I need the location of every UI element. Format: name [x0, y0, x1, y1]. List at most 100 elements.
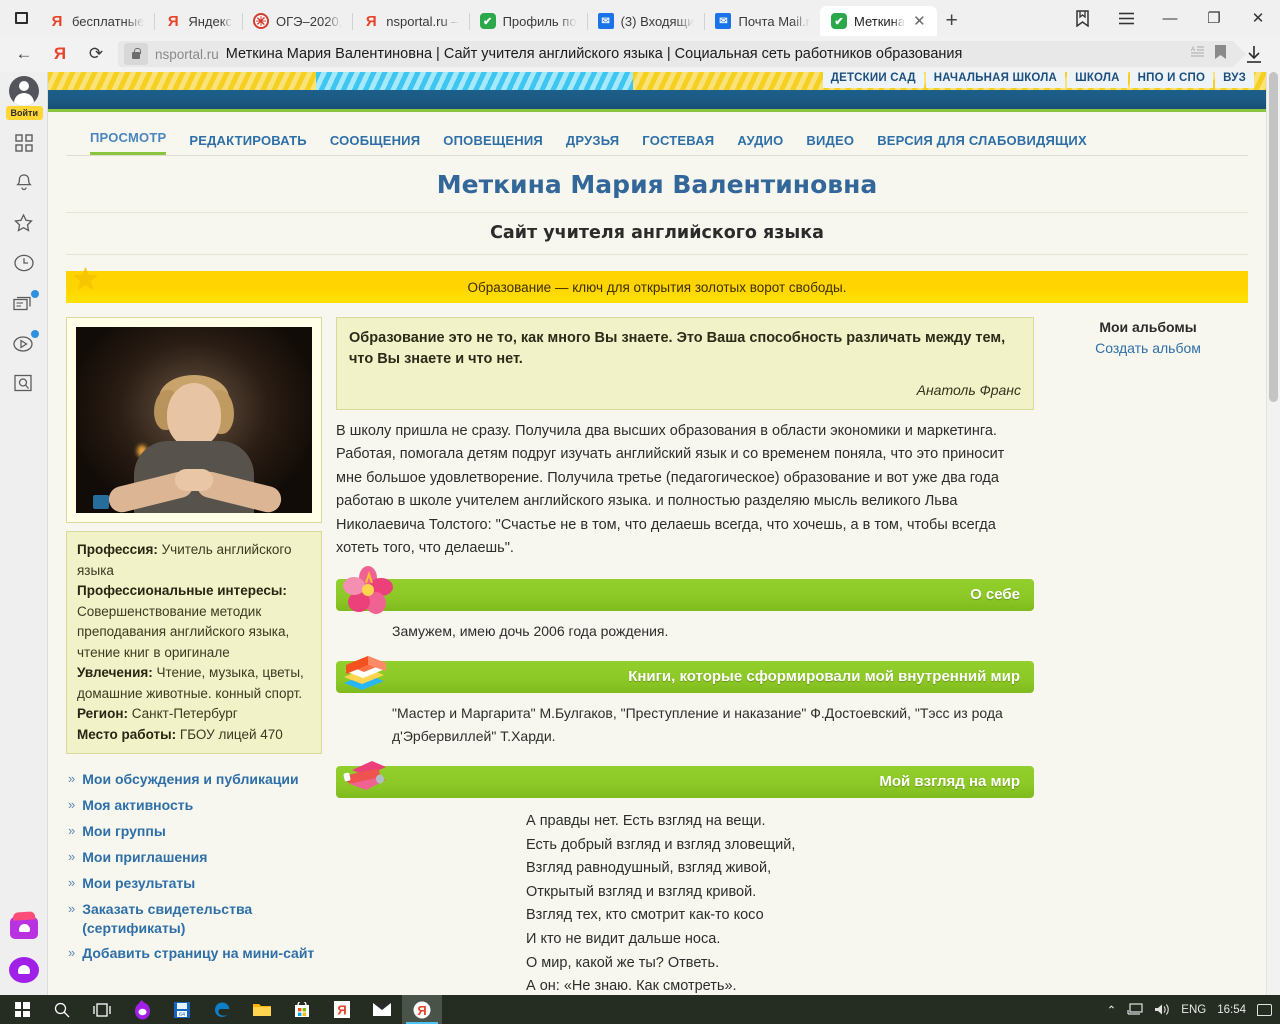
hamburger-menu-icon[interactable] — [1104, 0, 1148, 36]
video-play-icon[interactable] — [4, 324, 44, 362]
restore-button[interactable]: ❐ — [1192, 0, 1236, 36]
browser-tab[interactable]: Я бесплатные — [38, 6, 154, 36]
link-my-groups[interactable]: Мои группы — [82, 822, 166, 841]
tab-prosmotr[interactable]: ПРОСМОТР — [90, 130, 167, 155]
browser-tab[interactable]: Я nsportal.ru – — [352, 6, 468, 36]
start-button[interactable] — [2, 995, 42, 1024]
browser-tab[interactable]: ✉ Почта Mail.r — [704, 6, 820, 36]
reload-button[interactable]: ⟳ — [78, 39, 114, 69]
save-disk-icon[interactable]: 64 — [162, 995, 202, 1024]
top-menu-item[interactable]: НПО И СПО — [1129, 72, 1214, 88]
tab-title: Профиль по — [502, 13, 577, 29]
link-my-invitations[interactable]: Мои приглашения — [82, 848, 207, 867]
browser-tab[interactable]: ✔ Профиль по — [468, 6, 587, 36]
task-view-icon[interactable] — [82, 995, 122, 1024]
top-menu-item[interactable]: НАЧАЛЬНАЯ ШКОЛА — [925, 72, 1066, 88]
login-button[interactable]: Войти — [5, 106, 43, 120]
notification-icon[interactable] — [1257, 1003, 1272, 1016]
back-button[interactable]: ← — [6, 39, 42, 69]
poem-line: Взгляд равнодушный, взгляд живой, — [526, 860, 772, 877]
yandex-icon: Я — [365, 12, 377, 30]
close-icon[interactable]: ✕ — [912, 14, 927, 29]
edge-icon[interactable] — [202, 995, 242, 1024]
link-my-activity[interactable]: Моя активность — [82, 796, 193, 815]
tab-gostevaya[interactable]: ГОСТЕВАЯ — [642, 133, 714, 155]
quote-text: Образование это не то, как много Вы знае… — [349, 330, 1006, 368]
browser-window: Я бесплатные Я Яндекс ОГЭ–2020, Я nsport… — [0, 0, 1280, 1024]
top-menu-item[interactable]: ВУЗ — [1215, 72, 1254, 88]
side-panel-bottom — [4, 909, 44, 995]
content-area: Войти ДЕТСКИЙ САД НАЧАЛЬНАЯ ШКОЛА ШКОЛА … — [0, 72, 1280, 995]
top-menu-item[interactable]: ДЕТСКИЙ САД — [822, 72, 924, 88]
profile-photo-card — [66, 317, 322, 523]
check-icon: ✔ — [479, 13, 496, 29]
site-banner: ДЕТСКИЙ САД НАЧАЛЬНАЯ ШКОЛА ШКОЛА НПО И … — [48, 72, 1266, 90]
browser-tab[interactable]: Я Яндекс — [154, 6, 242, 36]
browser-side-panel: Войти — [0, 72, 48, 995]
alice-assistant-icon[interactable] — [4, 909, 44, 947]
my-links-list: » Мои обсуждения и публикации » Моя активн… — [66, 770, 322, 963]
alice-circle-icon[interactable] — [4, 951, 44, 989]
reader-mode-icon[interactable]: A — [1191, 45, 1205, 63]
banner-cyan-stripe — [315, 72, 633, 90]
account-avatar[interactable]: Войти — [4, 76, 44, 120]
bell-icon[interactable] — [4, 164, 44, 202]
tab-audio[interactable]: АУДИО — [737, 133, 783, 155]
file-explorer-icon[interactable] — [242, 995, 282, 1024]
chevron-icon: » — [68, 945, 76, 961]
tab-druzya[interactable]: ДРУЗЬЯ — [566, 133, 619, 155]
top-menu-item[interactable]: ШКОЛА — [1067, 72, 1128, 88]
yandex-home-icon[interactable]: Я — [42, 39, 78, 69]
tab-opovesheniya[interactable]: ОПОВЕЩЕНИЯ — [443, 133, 543, 155]
window-box-button[interactable] — [4, 0, 38, 36]
tray-clock[interactable]: 16:54 — [1217, 1004, 1246, 1016]
search-icon[interactable] — [42, 995, 82, 1024]
tray-language[interactable]: ENG — [1181, 1004, 1206, 1016]
bookmark-ribbon-icon[interactable] — [1060, 0, 1104, 36]
url-input[interactable]: nsportal.ru Меткина Мария Валентиновна |… — [118, 41, 1246, 67]
apps-grid-icon[interactable] — [4, 124, 44, 162]
tab-versiya-dlya-slabovidyashih[interactable]: ВЕРСИЯ ДЛЯ СЛАБОВИДЯЩИХ — [877, 133, 1087, 155]
section-body-books: "Мастер и Маргарита" М.Булгаков, "Престу… — [392, 704, 1003, 744]
intro-text: В школу пришла не сразу. Получила два вы… — [336, 422, 1005, 557]
mail-icon: ✉ — [597, 13, 614, 29]
tab-video[interactable]: ВИДЕО — [806, 133, 854, 155]
scrollbar-thumb[interactable] — [1269, 72, 1278, 402]
link-order-certificates[interactable]: Заказать свидетельства (сертификаты) — [82, 900, 322, 938]
mail-envelope-icon[interactable] — [362, 995, 402, 1024]
alice-icon[interactable] — [122, 995, 162, 1024]
chevron-icon: » — [68, 822, 76, 838]
new-tab-button[interactable]: + — [937, 6, 967, 36]
browser-tab-active[interactable]: ✔ Меткина ✕ — [819, 6, 937, 36]
chevron-icon: » — [68, 848, 76, 864]
browser-tab[interactable]: ✉ (3) Входящи — [586, 6, 705, 36]
profile-field-label: Увлечения: — [77, 665, 153, 681]
page-title: Меткина Мария Валентиновна — [66, 156, 1248, 213]
vertical-scrollbar[interactable] — [1266, 72, 1280, 995]
oge-icon — [253, 13, 270, 29]
volume-icon[interactable] — [1154, 1003, 1170, 1016]
history-clock-icon[interactable] — [4, 244, 44, 282]
tray-chevron-icon[interactable]: ⌃ — [1107, 1003, 1117, 1017]
tab-redaktirovat[interactable]: РЕДАКТИРОВАТЬ — [189, 133, 307, 155]
books-icon — [338, 647, 400, 697]
microsoft-store-icon[interactable] — [282, 995, 322, 1024]
create-album-link[interactable]: Создать альбом — [1048, 340, 1248, 356]
close-window-button[interactable]: ✕ — [1236, 0, 1280, 36]
bookmark-icon[interactable] — [1215, 44, 1226, 64]
search-page-icon[interactable] — [4, 364, 44, 402]
messages-icon[interactable] — [4, 284, 44, 322]
minimize-button[interactable]: — — [1148, 0, 1192, 36]
link-add-page-to-minisite[interactable]: Добавить страницу на мини-сайт — [82, 944, 314, 963]
tab-soobsheniya[interactable]: СООБЩЕНИЯ — [330, 133, 420, 155]
yandex-browser-red-icon[interactable]: Я — [322, 995, 362, 1024]
right-column: Мои альбомы Создать альбом — [1048, 317, 1248, 356]
link-my-results[interactable]: Мои результаты — [82, 874, 195, 893]
link-my-discussions[interactable]: Мои обсуждения и публикации — [82, 770, 298, 789]
notification-badge — [30, 290, 39, 298]
svg-text:Я: Я — [417, 1003, 426, 1018]
star-icon[interactable] — [4, 204, 44, 242]
network-icon[interactable] — [1127, 1003, 1143, 1016]
yandex-browser-icon[interactable]: Я — [402, 995, 442, 1024]
browser-tab[interactable]: ОГЭ–2020, — [242, 6, 352, 36]
